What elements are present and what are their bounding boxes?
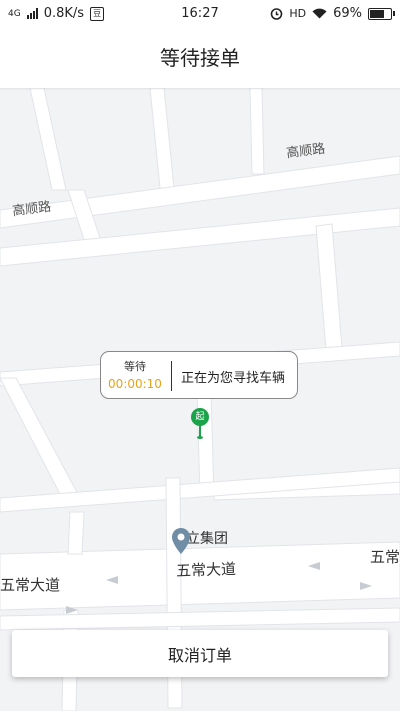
card-divider [171,361,172,391]
road-label-wuchang-2: 五常大道 [175,559,237,581]
wifi-icon [312,8,327,19]
location-pin-icon [172,528,190,554]
battery-icon [368,7,395,20]
status-right: HD 69% [270,6,395,21]
map-roads [0,88,400,711]
cancel-order-button[interactable]: 取消订单 [12,630,388,677]
alarm-icon [271,8,283,20]
waiting-card: 等待 00:00:10 正在为您寻找车辆 [100,351,298,399]
battery-percent: 69% [333,6,362,21]
road-label-wuchang-3: 五常 [370,548,400,566]
page-title: 等待接单 [0,28,400,88]
waiting-timer: 00:00:10 [108,377,162,391]
searching-status: 正在为您寻找车辆 [181,371,286,386]
start-pin-icon: 起 [191,408,209,426]
map-view[interactable]: 高顺路 高顺路 五常大道 五常大道 五常 华立集团 等待 00:00:10 正在… [0,88,400,711]
poi-marker[interactable]: 华立集团 [172,528,228,554]
status-bar: 4G 0.8K/s 豆 16:27 HD 69% [0,0,400,28]
waiting-label: 等待 [124,360,146,373]
road-label-wuchang-1: 五常大道 [0,576,61,594]
start-pin-base [197,436,203,439]
hd-indicator: HD [289,7,307,20]
